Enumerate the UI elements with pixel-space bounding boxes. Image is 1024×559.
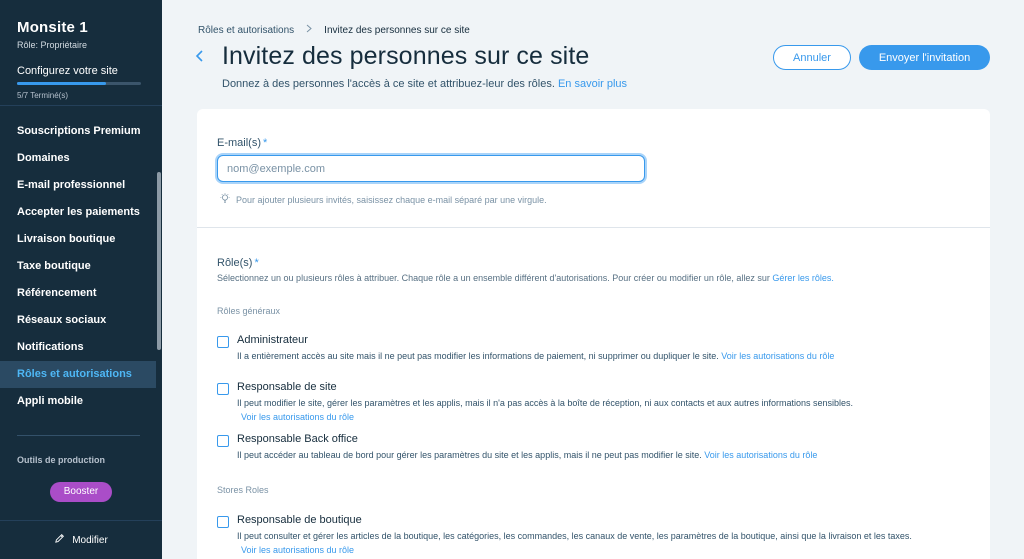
lightbulb-icon [220,193,230,206]
role-description: Il a entièrement accès au site mais il n… [237,351,835,361]
breadcrumb-current: Invitez des personnes sur ce site [324,24,470,36]
role-checkbox[interactable] [217,435,229,447]
email-hint-text: Pour ajouter plusieurs invités, saisisse… [236,194,547,205]
tools-label: Outils de production [17,455,105,465]
setup-link[interactable]: Configurez votre site [17,65,145,77]
sidebar-item-email-professionnel[interactable]: E-mail professionnel [0,172,162,199]
site-name[interactable]: Monsite 1 [17,19,145,36]
roles-description: Sélectionnez un ou plusieurs rôles à att… [217,273,834,283]
roles-label: Rôle(s) * [217,257,259,269]
role-name[interactable]: Responsable Back office [237,433,358,445]
stores-roles-label: Stores Roles [217,485,269,495]
boost-button[interactable]: Booster [50,482,112,502]
view-role-permissions-link[interactable]: Voir les autorisations du rôle [241,412,354,422]
sidebar-item-reseaux-sociaux[interactable]: Réseaux sociaux [0,307,162,334]
edit-site-button[interactable]: Modifier [0,520,162,559]
page-subtitle: Donnez à des personnes l'accès à ce site… [222,78,627,90]
sidebar-divider [17,435,140,436]
sidebar-item-taxe-boutique[interactable]: Taxe boutique [0,253,162,280]
role-checkbox[interactable] [217,383,229,395]
learn-more-link[interactable]: En savoir plus [558,78,627,90]
email-input[interactable] [217,155,645,182]
sidebar-scrollbar[interactable] [157,172,161,350]
sidebar-item-livraison-boutique[interactable]: Livraison boutique [0,226,162,253]
sidebar-item-clipped: — [0,106,162,118]
sidebar-header: Monsite 1 Rôle: Propriétaire Configurez … [0,0,162,106]
view-role-permissions-link[interactable]: Voir les autorisations du rôle [704,450,817,460]
role-description: Il peut accéder au tableau de bord pour … [237,450,818,460]
breadcrumb-roles[interactable]: Rôles et autorisations [198,25,294,36]
back-chevron-icon[interactable] [195,48,209,68]
email-hint: Pour ajouter plusieurs invités, saisisse… [220,193,547,206]
cancel-button[interactable]: Annuler [773,45,851,70]
sidebar-item-roles-autorisations[interactable]: Rôles et autorisations [0,361,156,388]
breadcrumb: Rôles et autorisations Invitez des perso… [198,24,470,36]
general-roles-label: Rôles généraux [217,306,281,316]
site-role: Rôle: Propriétaire [17,40,88,50]
view-role-permissions-link[interactable]: Voir les autorisations du rôle [241,545,354,555]
role-checkbox[interactable] [217,336,229,348]
sidebar-item-souscriptions-premium[interactable]: Souscriptions Premium [0,118,162,145]
role-checkbox[interactable] [217,516,229,528]
role-name[interactable]: Responsable de boutique [237,514,362,526]
sidebar-item-referencement[interactable]: Référencement [0,280,162,307]
subtitle-text: Donnez à des personnes l'accès à ce site… [222,78,555,90]
setup-progress-fill [17,82,106,85]
role-name[interactable]: Responsable de site [237,381,337,393]
email-label: E-mail(s) * [217,137,268,149]
pencil-icon [54,533,65,547]
main-content: Rôles et autorisations Invitez des perso… [162,0,1024,559]
sidebar-item-domaines[interactable]: Domaines [0,145,162,172]
card-divider [197,227,990,228]
role-description: Il peut consulter et gérer les articles … [237,531,912,555]
breadcrumb-separator-icon [306,24,312,36]
setup-progress-bar [17,82,141,85]
manage-roles-link[interactable]: Gérer les rôles. [772,273,834,283]
role-description: Il peut modifier le site, gérer les para… [237,398,854,422]
role-name[interactable]: Administrateur [237,334,308,346]
edit-site-label: Modifier [72,534,108,546]
sidebar-item-appli-mobile[interactable]: Appli mobile [0,388,162,415]
sidebar: Monsite 1 Rôle: Propriétaire Configurez … [0,0,162,559]
send-invitation-button[interactable]: Envoyer l'invitation [859,45,990,70]
sidebar-nav: — Souscriptions Premium Domaines E-mail … [0,106,162,415]
invite-form-card: E-mail(s)* Pour ajouter plusieurs invité… [197,109,990,559]
view-role-permissions-link[interactable]: Voir les autorisations du rôle [721,351,834,361]
required-mark: * [254,257,259,269]
page-title: Invitez des personnes sur ce site [222,42,590,70]
sidebar-item-notifications[interactable]: Notifications [0,334,162,361]
sidebar-item-accepter-paiements[interactable]: Accepter les paiements [0,199,162,226]
required-mark: * [263,137,268,149]
setup-progress-text: 5/7 Terminé(s) [17,91,68,100]
